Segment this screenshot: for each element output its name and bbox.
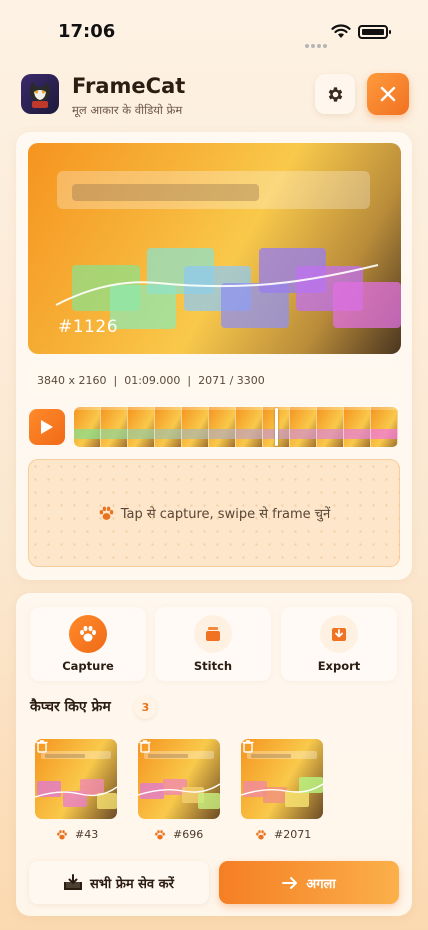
play-button[interactable]	[29, 409, 65, 445]
status-time: 17:06	[58, 21, 116, 42]
play-icon	[41, 420, 53, 434]
timeline-frame-thumb[interactable]	[155, 407, 182, 447]
stitch-label: Stitch	[193, 659, 233, 673]
captured-frame-label: #696	[154, 828, 203, 841]
stack-icon	[194, 615, 232, 653]
captured-frame-label: #2071	[255, 828, 311, 841]
wifi-icon	[331, 24, 351, 38]
timeline-frame-thumb[interactable]	[344, 407, 371, 447]
trash-icon[interactable]	[241, 739, 255, 753]
settings-button[interactable]	[315, 74, 355, 114]
export-button[interactable]: Export	[281, 607, 397, 681]
timeline-playhead[interactable]	[274, 408, 278, 446]
paw-icon	[57, 829, 67, 839]
captured-frame-thumbnail[interactable]	[138, 739, 220, 819]
video-metadata: 3840 x 2160 | 01:09.000 | 2071 / 3300	[28, 367, 400, 395]
resolution-text: 3840 x 2160	[37, 374, 107, 387]
captured-frame-label: #43	[56, 828, 98, 841]
export-label: Export	[317, 659, 361, 673]
app-header: FrameCat मूल आकार के वीडियो फ्रेम	[0, 72, 428, 120]
save-tray-icon	[64, 874, 82, 890]
captured-frames-title: कैप्चर किए फ्रेम	[30, 699, 111, 715]
app-subtitle: मूल आकार के वीडियो फ्रेम	[72, 103, 183, 117]
app-title: FrameCat	[72, 74, 186, 98]
timestamp-text: 01:09.000	[124, 374, 181, 387]
captured-frame-thumbnail[interactable]	[35, 739, 117, 819]
captured-frame-number: #43	[75, 828, 99, 841]
paw-icon	[99, 506, 114, 520]
timeline-frame-thumb[interactable]	[74, 407, 101, 447]
frame-number-label: #1126	[58, 317, 119, 337]
captured-frame-number: #2071	[274, 828, 312, 841]
timeline-frame-thumb[interactable]	[182, 407, 209, 447]
trash-icon[interactable]	[35, 739, 49, 753]
timeline-frame-thumb[interactable]	[317, 407, 344, 447]
capture-button[interactable]: Capture	[30, 607, 146, 681]
timeline-frame-thumb[interactable]	[236, 407, 263, 447]
paw-icon	[69, 615, 107, 653]
signal-icon	[305, 33, 329, 52]
close-icon	[380, 86, 396, 102]
capture-label: Capture	[62, 659, 114, 673]
stitch-button[interactable]: Stitch	[155, 607, 271, 681]
frame-position-text: 2071 / 3300	[198, 374, 265, 387]
arrow-right-icon	[282, 876, 298, 889]
meta-separator: |	[110, 374, 121, 387]
paw-icon	[155, 829, 165, 839]
meta-separator: |	[183, 374, 195, 387]
gear-icon	[328, 86, 342, 102]
close-button[interactable]	[367, 73, 409, 115]
video-preview[interactable]: #1126	[28, 143, 401, 354]
capture-hint-text: Tap से capture, swipe से frame चुनें	[120, 507, 331, 522]
capture-tap-zone[interactable]: Tap से capture, swipe से frame चुनें	[28, 459, 400, 567]
captured-frame-number: #696	[173, 828, 204, 841]
timeline-frame-thumb[interactable]	[101, 407, 128, 447]
capture-hint: Tap से capture, swipe से frame चुनें	[98, 504, 331, 522]
timeline-frame-thumb[interactable]	[209, 407, 236, 447]
battery-icon	[358, 25, 391, 39]
timeline-frame-thumb[interactable]	[290, 407, 317, 447]
save-all-frames-button[interactable]: सभी फ्रेम सेव करें	[29, 861, 209, 904]
paw-icon	[256, 829, 266, 839]
trash-icon[interactable]	[138, 739, 152, 753]
save-all-label: सभी फ्रेम सेव करें	[90, 876, 174, 892]
cat-app-icon	[21, 74, 59, 114]
export-icon	[320, 615, 358, 653]
status-bar: 17:06	[0, 0, 428, 56]
next-label: अगला	[306, 876, 336, 892]
next-button[interactable]: अगला	[219, 861, 399, 904]
captured-frame-thumbnail[interactable]	[241, 739, 323, 819]
timeline-frame-thumb[interactable]	[128, 407, 155, 447]
frame-timeline[interactable]	[74, 407, 398, 447]
captured-count-badge: 3	[134, 696, 157, 719]
timeline-frame-thumb[interactable]	[371, 407, 398, 447]
